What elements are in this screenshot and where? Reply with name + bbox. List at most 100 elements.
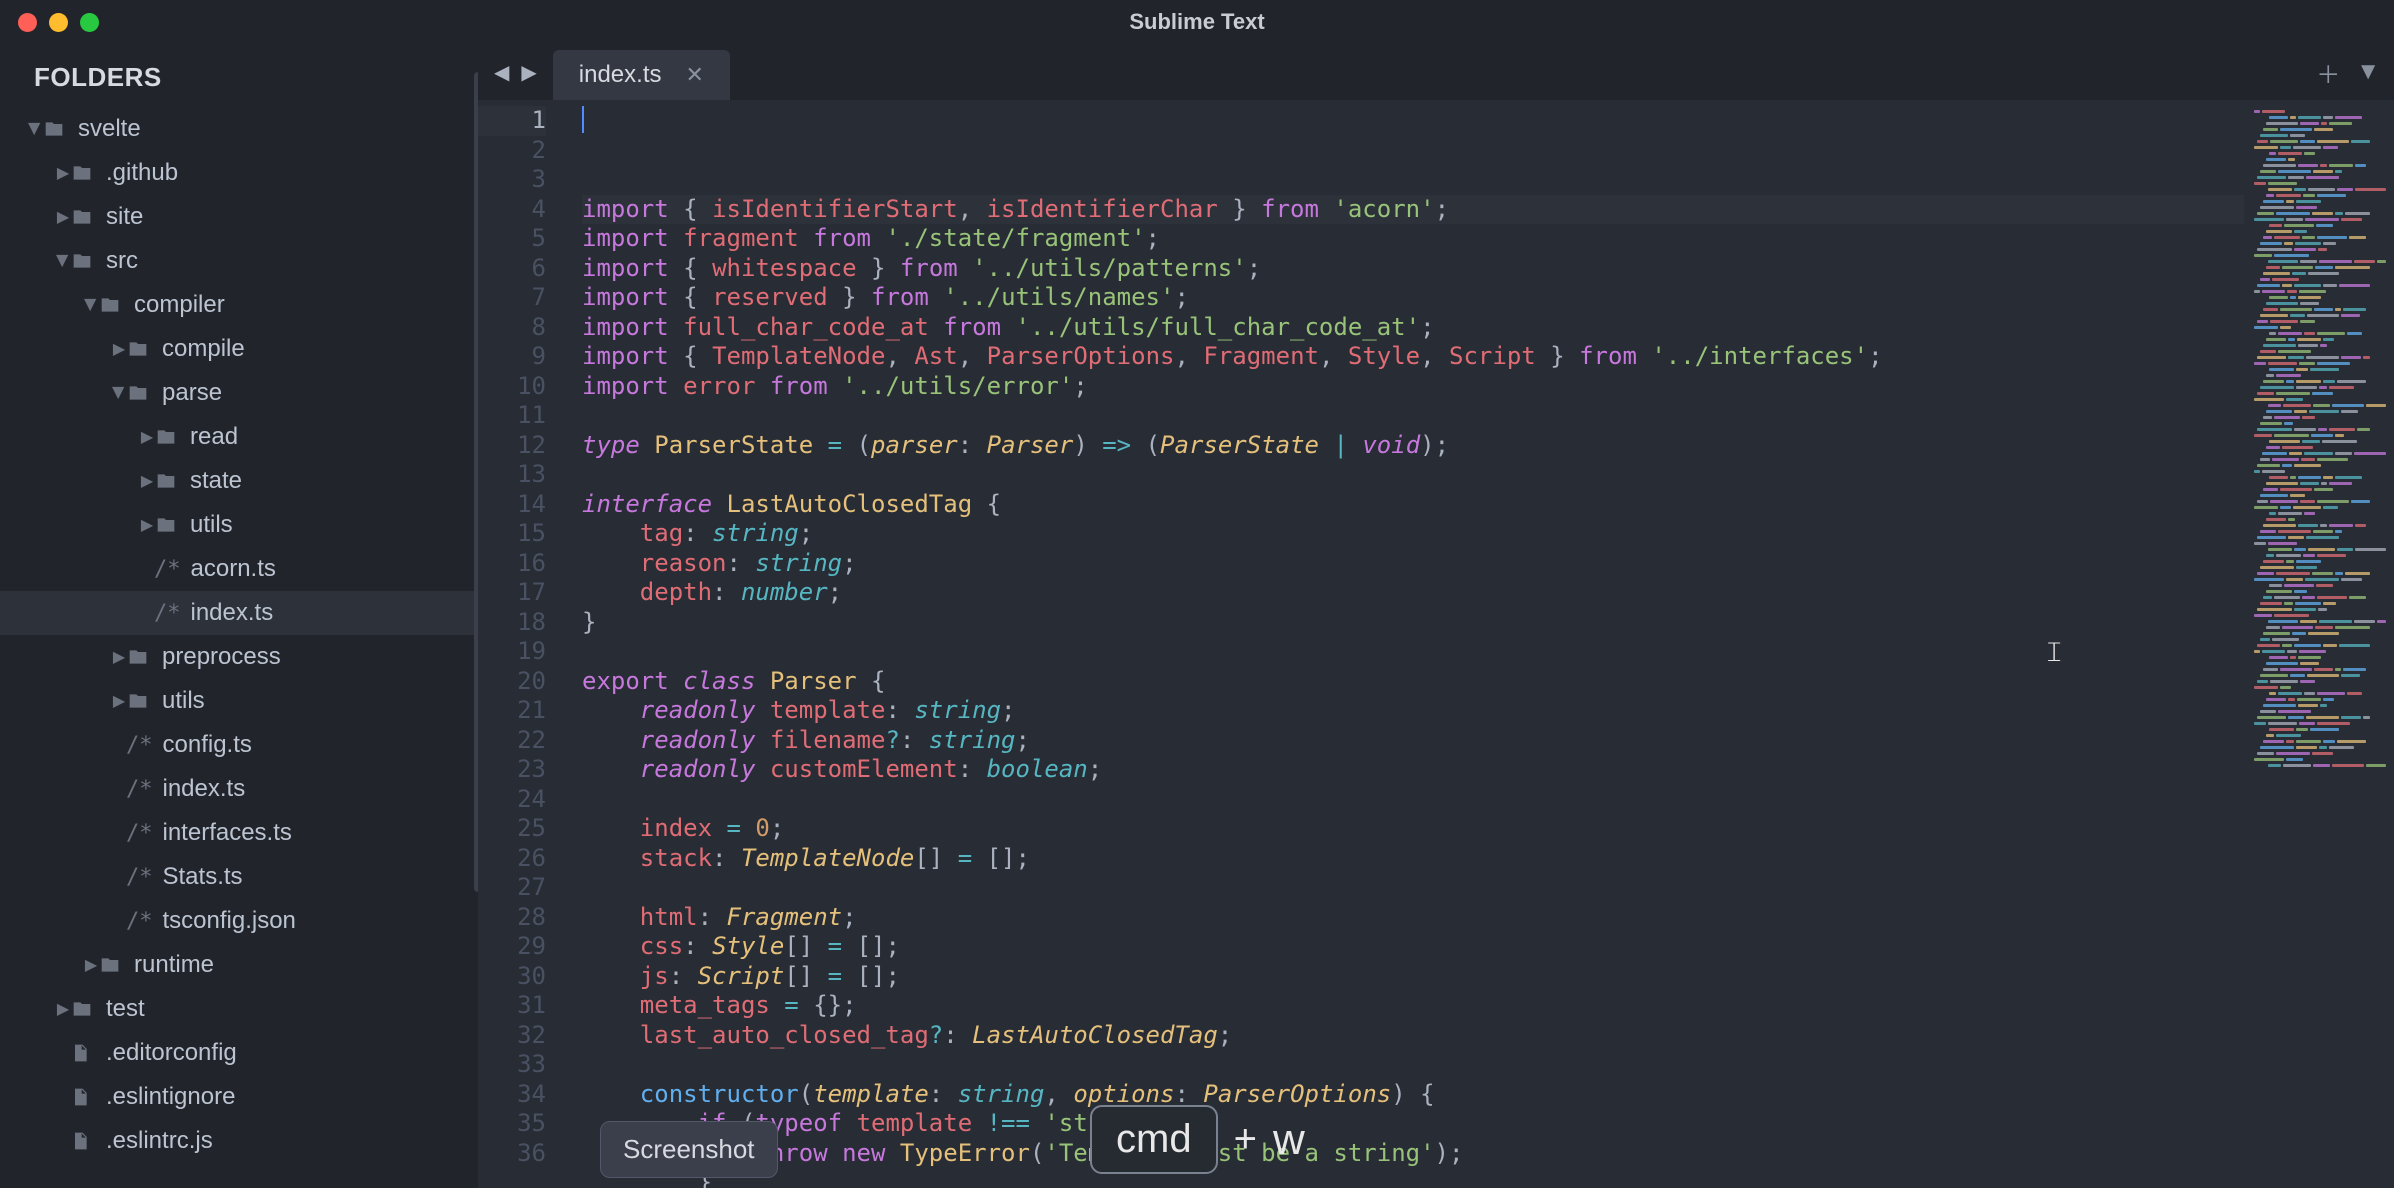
line-number[interactable]: 23: [478, 755, 546, 785]
line-number[interactable]: 16: [478, 549, 546, 579]
folder-item-runtime[interactable]: ▶runtime: [0, 943, 478, 987]
line-number[interactable]: 13: [478, 460, 546, 490]
line-number[interactable]: 2: [478, 136, 546, 166]
code-line[interactable]: [582, 460, 2244, 490]
line-number[interactable]: 33: [478, 1050, 546, 1080]
line-number[interactable]: 10: [478, 372, 546, 402]
chevron-icon[interactable]: ▶: [56, 999, 70, 1019]
folder-item-utils[interactable]: ▶utils: [0, 503, 478, 547]
line-number[interactable]: 31: [478, 991, 546, 1021]
code-line[interactable]: reason: string;: [582, 549, 2244, 579]
folder-item-compile[interactable]: ▶compile: [0, 327, 478, 371]
code-line[interactable]: import fragment from './state/fragment';: [582, 224, 2244, 254]
chevron-icon[interactable]: ▶: [140, 427, 154, 447]
line-number[interactable]: 8: [478, 313, 546, 343]
file-item-index.ts[interactable]: /*index.ts: [0, 767, 478, 811]
file-item-Stats.ts[interactable]: /*Stats.ts: [0, 855, 478, 899]
file-item-acorn.ts[interactable]: /*acorn.ts: [0, 547, 478, 591]
editor-body[interactable]: 1234567891011121314151617181920212223242…: [478, 100, 2394, 1188]
line-number[interactable]: 4: [478, 195, 546, 225]
line-number[interactable]: 21: [478, 696, 546, 726]
chevron-icon[interactable]: ▶: [53, 254, 73, 268]
code-line[interactable]: constructor(template: string, options: P…: [582, 1080, 2244, 1110]
nav-forward-icon[interactable]: ▶: [521, 60, 536, 85]
chevron-icon[interactable]: ▶: [56, 163, 70, 183]
line-number[interactable]: 35: [478, 1109, 546, 1139]
line-number[interactable]: 26: [478, 844, 546, 874]
code-line[interactable]: [582, 1050, 2244, 1080]
new-tab-icon[interactable]: ＋: [2316, 55, 2340, 90]
code-line[interactable]: }: [582, 1168, 2244, 1188]
code-line[interactable]: import full_char_code_at from '../utils/…: [582, 313, 2244, 343]
line-number[interactable]: 11: [478, 401, 546, 431]
code-line[interactable]: readonly filename?: string;: [582, 726, 2244, 756]
code-line[interactable]: export class Parser {: [582, 667, 2244, 697]
chevron-icon[interactable]: ▶: [112, 647, 126, 667]
folder-item-utils[interactable]: ▶utils: [0, 679, 478, 723]
code-line[interactable]: readonly template: string;: [582, 696, 2244, 726]
line-number[interactable]: 24: [478, 785, 546, 815]
folder-item-preprocess[interactable]: ▶preprocess: [0, 635, 478, 679]
code-line[interactable]: interface LastAutoClosedTag {: [582, 490, 2244, 520]
folder-item-compiler[interactable]: ▶compiler: [0, 283, 478, 327]
code-line[interactable]: import error from '../utils/error';: [582, 372, 2244, 402]
file-item-tsconfig.json[interactable]: /*tsconfig.json: [0, 899, 478, 943]
folder-item-parse[interactable]: ▶parse: [0, 371, 478, 415]
folder-item-site[interactable]: ▶site: [0, 195, 478, 239]
code-line[interactable]: index = 0;: [582, 814, 2244, 844]
chevron-icon[interactable]: ▶: [109, 386, 129, 400]
line-number[interactable]: 19: [478, 637, 546, 667]
chevron-icon[interactable]: ▶: [81, 298, 101, 312]
code-line[interactable]: html: Fragment;: [582, 903, 2244, 933]
maximize-window-button[interactable]: [80, 13, 99, 32]
chevron-icon[interactable]: ▶: [25, 122, 45, 136]
tab-menu-icon[interactable]: ▼: [2356, 58, 2380, 86]
chevron-icon[interactable]: ▶: [84, 955, 98, 975]
code-line[interactable]: import { reserved } from '../utils/names…: [582, 283, 2244, 313]
tab-close-icon[interactable]: ✕: [686, 62, 704, 88]
code-line[interactable]: stack: TemplateNode[] = [];: [582, 844, 2244, 874]
code-line[interactable]: if (typeof template !== 'string') {: [582, 1109, 2244, 1139]
line-number[interactable]: 17: [478, 578, 546, 608]
code-line[interactable]: tag: string;: [582, 519, 2244, 549]
line-number[interactable]: 20: [478, 667, 546, 697]
code-line[interactable]: import { isIdentifierStart, isIdentifier…: [582, 195, 2244, 225]
code-content[interactable]: import { isIdentifierStart, isIdentifier…: [574, 100, 2244, 1188]
line-number[interactable]: 1: [478, 106, 546, 136]
line-number[interactable]: 32: [478, 1021, 546, 1051]
line-number[interactable]: 12: [478, 431, 546, 461]
folder-item-svelte[interactable]: ▶svelte: [0, 107, 478, 151]
line-number[interactable]: 7: [478, 283, 546, 313]
line-number[interactable]: 14: [478, 490, 546, 520]
code-line[interactable]: meta_tags = {};: [582, 991, 2244, 1021]
file-item-index.ts[interactable]: /*index.ts: [0, 591, 478, 635]
code-line[interactable]: readonly customElement: boolean;: [582, 755, 2244, 785]
chevron-icon[interactable]: ▶: [112, 339, 126, 359]
close-window-button[interactable]: [18, 13, 37, 32]
code-line[interactable]: [582, 637, 2244, 667]
folder-item-src[interactable]: ▶src: [0, 239, 478, 283]
line-number[interactable]: 15: [478, 519, 546, 549]
code-line[interactable]: [582, 785, 2244, 815]
folder-item-test[interactable]: ▶test: [0, 987, 478, 1031]
file-item-config.ts[interactable]: /*config.ts: [0, 723, 478, 767]
file-item-.eslintignore[interactable]: .eslintignore: [0, 1075, 478, 1119]
line-number[interactable]: 18: [478, 608, 546, 638]
code-line[interactable]: js: Script[] = [];: [582, 962, 2244, 992]
code-line[interactable]: import { TemplateNode, Ast, ParserOption…: [582, 342, 2244, 372]
line-number[interactable]: 22: [478, 726, 546, 756]
code-line[interactable]: [582, 401, 2244, 431]
tab-active[interactable]: index.ts ✕: [553, 50, 730, 100]
line-number[interactable]: 25: [478, 814, 546, 844]
line-number[interactable]: 34: [478, 1080, 546, 1110]
file-item-interfaces.ts[interactable]: /*interfaces.ts: [0, 811, 478, 855]
line-number[interactable]: 3: [478, 165, 546, 195]
chevron-icon[interactable]: ▶: [140, 471, 154, 491]
file-item-.editorconfig[interactable]: .editorconfig: [0, 1031, 478, 1075]
code-line[interactable]: last_auto_closed_tag?: LastAutoClosedTag…: [582, 1021, 2244, 1051]
code-line[interactable]: [582, 873, 2244, 903]
folder-item-state[interactable]: ▶state: [0, 459, 478, 503]
folder-item-.github[interactable]: ▶.github: [0, 151, 478, 195]
line-number[interactable]: 30: [478, 962, 546, 992]
line-number[interactable]: 9: [478, 342, 546, 372]
